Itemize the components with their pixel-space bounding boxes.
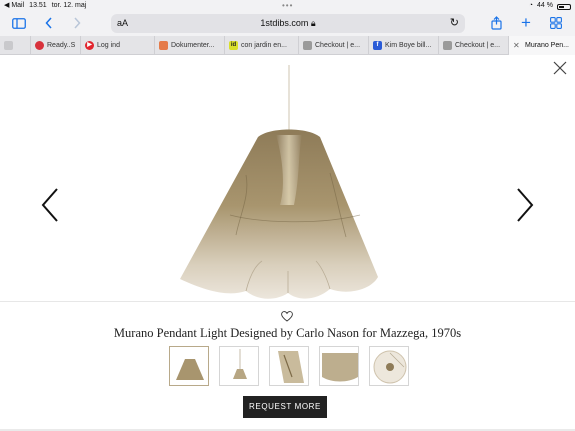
tab-2[interactable]: Ready..S xyxy=(30,36,80,55)
status-bar: ◀ Mail 13.51 tor. 12. maj ••• ◔ 44 % xyxy=(0,0,575,11)
tab-favicon xyxy=(4,41,13,50)
tab-label: Checkout | e... xyxy=(455,42,501,49)
thumbnail-5[interactable] xyxy=(369,346,409,386)
tab-bar: Ready..S ▶ Log ind Dokumenter... id con ja… xyxy=(0,36,575,55)
back-to-app-link[interactable]: ◀ Mail xyxy=(4,0,24,11)
next-image-icon[interactable] xyxy=(515,187,535,223)
tab-3[interactable]: ▶ Log ind xyxy=(80,36,154,55)
tab-overview-icon[interactable] xyxy=(549,15,563,31)
tab-favicon xyxy=(35,41,44,50)
tab-label: con jardin en... xyxy=(241,42,287,49)
divider xyxy=(0,301,575,302)
tab-favicon xyxy=(159,41,168,50)
address-bar[interactable]: aA 1stdibs.com 🔒︎ ↻ xyxy=(111,14,465,33)
forward-icon[interactable] xyxy=(70,15,84,31)
browser-toolbar: aA 1stdibs.com 🔒︎ ↻ + xyxy=(0,11,575,36)
product-title: Murano Pendant Light Designed by Carlo N… xyxy=(113,326,462,340)
tab-6[interactable]: Checkout | e... xyxy=(298,36,368,55)
reload-icon[interactable]: ↻ xyxy=(450,14,459,33)
lightbox: Murano Pendant Light Designed by Carlo N… xyxy=(0,55,575,431)
tab-5[interactable]: id con jardin en... xyxy=(224,36,298,55)
tab-favicon xyxy=(443,41,452,50)
tab-favicon xyxy=(303,41,312,50)
previous-image-icon[interactable] xyxy=(40,187,60,223)
tab-label: Murano Pen... xyxy=(525,42,569,49)
request-more-button[interactable]: REQUEST MORE xyxy=(243,396,327,418)
thumbnail-4[interactable] xyxy=(319,346,359,386)
tab-label: Kim Boye bill... xyxy=(385,42,432,49)
lock-icon: 🔒︎ xyxy=(310,18,316,28)
favorite-heart-icon[interactable] xyxy=(281,311,293,322)
share-icon[interactable] xyxy=(489,15,503,31)
tab-label: Log ind xyxy=(97,42,120,49)
tab-favicon: f xyxy=(373,41,382,50)
sidebar-toggle-icon[interactable] xyxy=(10,15,28,31)
multitask-dots-icon[interactable]: ••• xyxy=(282,0,293,11)
close-icon[interactable] xyxy=(553,61,567,75)
new-tab-icon[interactable]: + xyxy=(519,13,533,32)
back-icon[interactable] xyxy=(42,15,56,31)
tab-8[interactable]: Checkout | e... xyxy=(438,36,508,55)
battery-percent: 44 % xyxy=(537,2,553,9)
thumbnail-2[interactable] xyxy=(219,346,259,386)
thumbnail-1[interactable] xyxy=(169,346,209,386)
status-date: tor. 12. maj xyxy=(51,2,87,9)
tab-active[interactable]: ✕ Murano Pen... xyxy=(508,36,575,55)
tab-4[interactable]: Dokumenter... xyxy=(154,36,224,55)
tab-label: Ready..S xyxy=(47,42,76,49)
thumbnail-3[interactable] xyxy=(269,346,309,386)
tab-favicon: id xyxy=(229,41,238,50)
thumbnail-strip xyxy=(169,346,409,386)
battery-icon xyxy=(557,3,571,10)
tab-favicon: ▶ xyxy=(85,41,94,50)
tab-1[interactable] xyxy=(0,36,30,55)
tab-label: Dokumenter... xyxy=(171,42,215,49)
wifi-icon: ◔ xyxy=(528,2,534,9)
status-time: 13.51 xyxy=(29,2,47,9)
tab-label: Checkout | e... xyxy=(315,42,361,49)
product-image xyxy=(180,65,378,299)
url-text: 1stdibs.com 🔒︎ xyxy=(260,18,316,28)
close-tab-icon[interactable]: ✕ xyxy=(513,36,520,55)
tab-7[interactable]: f Kim Boye bill... xyxy=(368,36,438,55)
